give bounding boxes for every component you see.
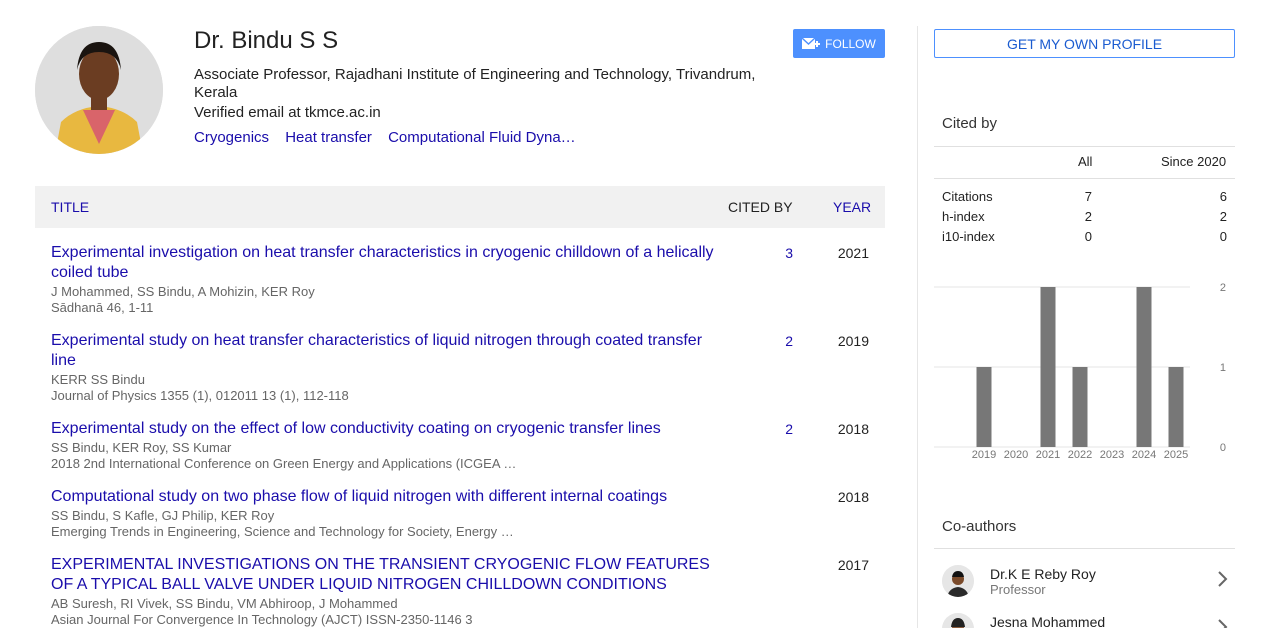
get-my-own-profile-button[interactable]: GET MY OWN PROFILE <box>934 29 1235 58</box>
article-authors: SS Bindu, S Kafle, GJ Philip, KER Roy <box>51 508 275 523</box>
article-year: 2019 <box>837 333 869 349</box>
follow-button[interactable]: FOLLOW <box>793 29 885 58</box>
article-authors: J Mohammed, SS Bindu, A Mohizin, KER Roy <box>51 284 315 299</box>
article-venue: Sādhanā 46, 1-11 <box>51 300 154 315</box>
article-title[interactable]: Computational study on two phase flow of… <box>51 487 731 507</box>
stat-row-h-index: h-index 2 2 <box>942 209 1227 229</box>
bar-2019[interactable] <box>976 367 992 447</box>
stat-since: 0 <box>1219 229 1227 244</box>
article-year: 2021 <box>837 245 869 261</box>
stat-since: 6 <box>1219 189 1227 204</box>
interest-link-heat-transfer[interactable]: Heat transfer <box>285 129 372 146</box>
article-venue: 2018 2nd International Conference on Gre… <box>51 456 517 471</box>
x-tick-label: 2022 <box>1068 449 1092 461</box>
coauthor-avatar <box>942 613 974 628</box>
citations-bar-chart: 2 1 0 2019 2020 2021 2022 2023 2024 2025 <box>934 282 1226 461</box>
coauthor-item[interactable]: Jesna Mohammed <box>934 610 1235 628</box>
cited-by-count[interactable]: 2 <box>773 421 793 437</box>
bar-2022[interactable] <box>1072 367 1088 447</box>
profile-name: Dr. Bindu S S <box>194 27 339 54</box>
sort-by-title[interactable]: TITLE <box>51 199 89 215</box>
co-authors-title: Co-authors <box>942 518 1017 535</box>
divider <box>934 178 1235 179</box>
stat-label: h-index <box>942 209 985 224</box>
bar-2021[interactable] <box>1040 287 1056 447</box>
article-authors: KERR SS Bindu <box>51 372 145 387</box>
divider <box>934 548 1235 549</box>
article-year: 2018 <box>837 421 869 437</box>
stat-all: 7 <box>1084 189 1092 204</box>
interest-link-cryogenics[interactable]: Cryogenics <box>194 129 269 146</box>
coauthor-name: Dr.K E Reby Roy <box>990 566 1096 582</box>
article-venue: Asian Journal For Convergence In Technol… <box>51 612 473 627</box>
column-divider <box>917 26 918 628</box>
article-title[interactable]: Experimental study on heat transfer char… <box>51 331 731 371</box>
x-tick-label: 2021 <box>1036 449 1060 461</box>
cited-by-count[interactable]: 2 <box>773 333 793 349</box>
article-year: 2018 <box>837 489 869 505</box>
coauthor-avatar <box>942 565 974 597</box>
x-tick-label: 2020 <box>1004 449 1028 461</box>
y-tick-label: 0 <box>1220 442 1226 454</box>
x-tick-label: 2019 <box>972 449 996 461</box>
citations-per-year-chart: 2 1 0 2019 2020 2021 2022 2023 2024 2025 <box>934 282 1234 464</box>
cited-by-title: Cited by <box>942 115 998 132</box>
coauthor-name: Jesna Mohammed <box>990 614 1106 628</box>
follow-label: FOLLOW <box>825 36 876 51</box>
stat-row-citations: Citations 7 6 <box>942 189 1227 209</box>
stat-row-i10-index: i10-index 0 0 <box>942 229 1227 249</box>
coauthor-role: Professor <box>990 582 1046 597</box>
profile-affiliation: Associate Professor, Rajadhani Institute… <box>194 66 756 101</box>
y-tick-label: 2 <box>1220 282 1226 294</box>
article-title[interactable]: Experimental study on the effect of low … <box>51 419 731 439</box>
article-authors: SS Bindu, KER Roy, SS Kumar <box>51 440 232 455</box>
chevron-right-icon <box>1216 618 1230 628</box>
stat-all: 0 <box>1084 229 1092 244</box>
bar-2025[interactable] <box>1168 367 1184 447</box>
article-title[interactable]: Experimental investigation on heat trans… <box>51 243 731 283</box>
bar-2024[interactable] <box>1136 287 1152 447</box>
x-tick-label: 2024 <box>1132 449 1156 461</box>
stat-all: 2 <box>1084 209 1092 224</box>
stat-label: i10-index <box>942 229 995 244</box>
mail-plus-icon <box>801 36 821 51</box>
cited-by-count[interactable]: 3 <box>773 245 793 261</box>
stats-header-since: Since 2020 <box>1161 154 1227 169</box>
chevron-right-icon <box>1216 570 1230 588</box>
article-title[interactable]: EXPERIMENTAL INVESTIGATIONS ON THE TRANS… <box>51 555 731 595</box>
profile-email: Verified email at tkmce.ac.in <box>194 104 381 121</box>
article-venue: Emerging Trends in Engineering, Science … <box>51 524 514 539</box>
article-year: 2017 <box>837 557 869 573</box>
sort-by-year[interactable]: YEAR <box>833 199 871 215</box>
y-tick-label: 1 <box>1220 362 1226 374</box>
x-tick-label: 2025 <box>1164 449 1188 461</box>
coauthor-item[interactable]: Dr.K E Reby Roy Professor <box>934 562 1235 608</box>
stat-since: 2 <box>1219 209 1227 224</box>
interest-link-cfd[interactable]: Computational Fluid Dyna… <box>388 129 576 146</box>
profile-avatar <box>35 26 163 154</box>
research-interests: Cryogenics Heat transfer Computational F… <box>194 129 588 146</box>
divider <box>934 146 1235 147</box>
articles-table-header: TITLE CITED BY YEAR <box>35 186 885 228</box>
stats-header-all: All <box>1078 154 1093 169</box>
article-venue: Journal of Physics 1355 (1), 012011 13 (… <box>51 388 349 403</box>
x-tick-label: 2023 <box>1100 449 1124 461</box>
cited-by-header: CITED BY <box>728 199 793 215</box>
stat-label: Citations <box>942 189 993 204</box>
article-authors: AB Suresh, RI Vivek, SS Bindu, VM Abhiro… <box>51 596 398 611</box>
